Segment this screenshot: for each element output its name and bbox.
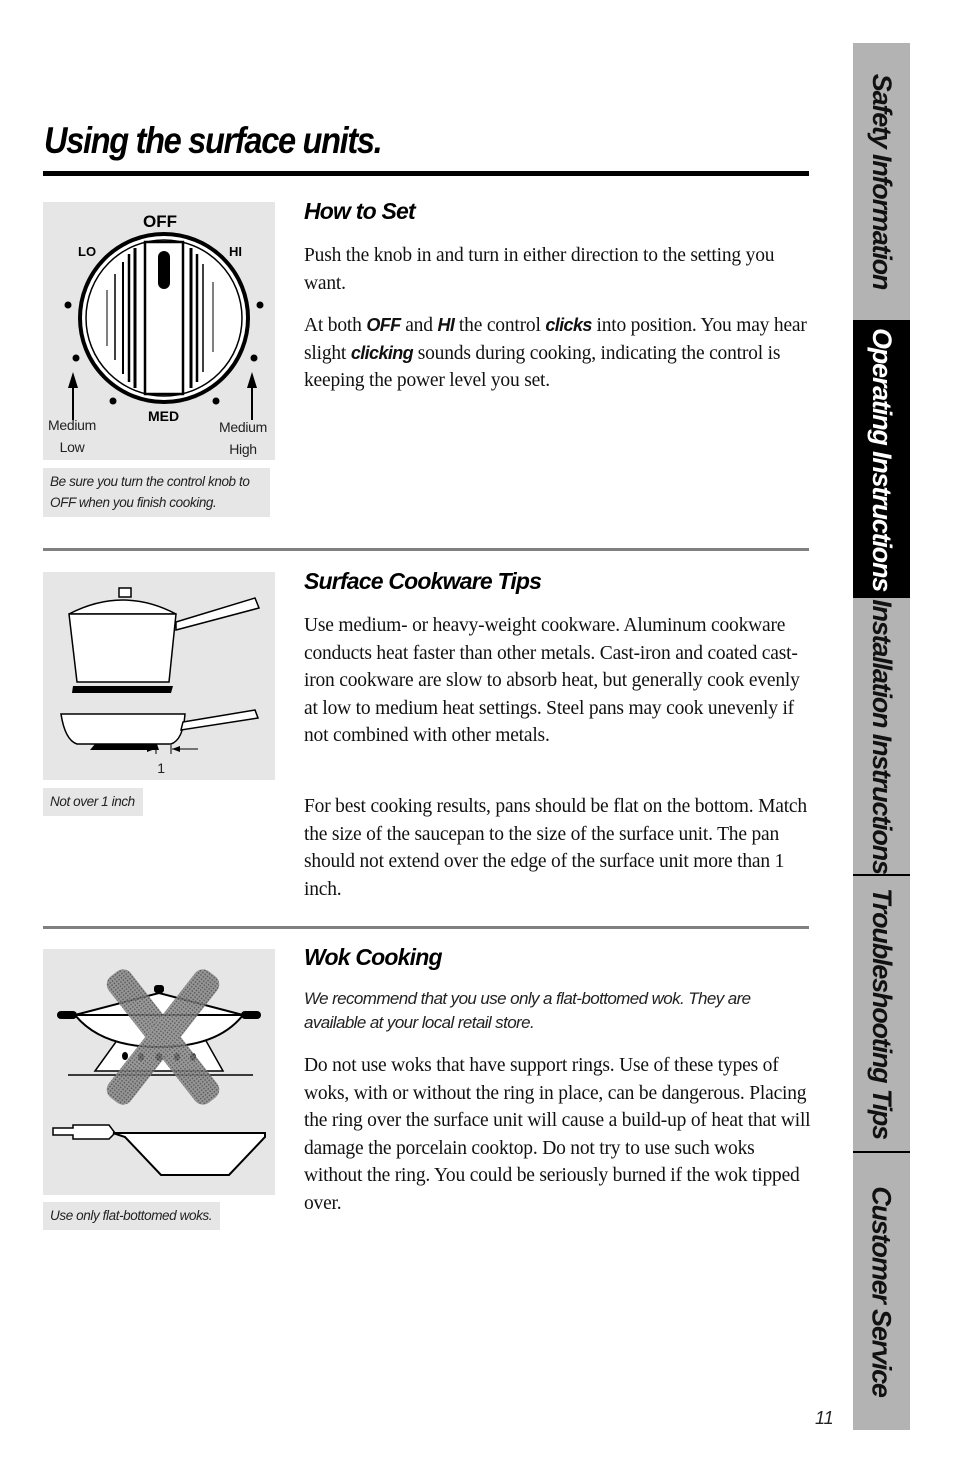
how-to-set-paragraph-2: At both OFF and HI the control clicks in… xyxy=(304,315,807,392)
section-heading-cookware-tips: Surface Cookware Tips xyxy=(304,568,542,594)
wok-figure xyxy=(43,949,275,1195)
cookware-caption: Not over 1 inch xyxy=(43,788,143,816)
section-divider xyxy=(43,548,809,551)
page-title: Using the surface units. xyxy=(44,120,383,161)
saucepan-handle xyxy=(175,597,261,631)
emphasis-off: OFF xyxy=(366,315,401,335)
dial-dot xyxy=(109,397,117,405)
tab-troubleshooting-tips[interactable]: Troubleshooting Tips xyxy=(853,876,910,1153)
flat-wok-bowl xyxy=(112,1132,266,1176)
knob-indicator xyxy=(158,251,170,289)
tab-operating-instructions[interactable]: Operating Instructions xyxy=(853,320,910,598)
dimension-label: 1 xyxy=(157,760,165,776)
knob-label-medium-high: Medium High xyxy=(219,419,267,457)
page-number: 11 xyxy=(815,1408,834,1428)
wok-lid-knob xyxy=(154,985,164,993)
section-tabs-sidebar: Safety Information Operating Instruction… xyxy=(853,43,910,1430)
flat-wok-handle xyxy=(52,1124,116,1140)
surface-unit-large xyxy=(72,686,173,693)
tab-installation-instructions[interactable]: Installation Instructions xyxy=(853,598,910,876)
skillet-body xyxy=(60,713,186,745)
dial-dot xyxy=(256,301,264,309)
section-heading-how-to-set: How to Set xyxy=(304,198,416,224)
knob-label-lo: LO xyxy=(78,244,97,259)
how-to-set-paragraph-1: Push the knob in and turn in either dire… xyxy=(304,245,775,294)
knob-label-off: OFF xyxy=(143,212,177,231)
emphasis-clicking: clicking xyxy=(350,342,414,363)
cookware-paragraph-1: Use medium- or heavy-weight cookware. Al… xyxy=(304,615,800,747)
dial-dot xyxy=(72,354,80,362)
knob-figure: OFF LO HI MED Medium Low Medium High xyxy=(43,202,275,460)
tab-customer-service[interactable]: Customer Service xyxy=(853,1153,910,1430)
dial-dot xyxy=(250,354,258,362)
skillet-handle xyxy=(179,709,260,731)
saucepan-lid xyxy=(68,599,177,615)
knob-label-med: MED xyxy=(148,408,180,424)
wok-caption: Use only flat-bottomed woks. xyxy=(43,1202,221,1230)
knob-label-hi: HI xyxy=(229,244,242,259)
emphasis-hi: HI xyxy=(437,315,455,335)
dial-dot xyxy=(212,397,220,405)
wok-handle-left xyxy=(57,1011,77,1019)
saucepan-body xyxy=(68,613,177,683)
section-heading-wok-cooking: Wok Cooking xyxy=(304,944,443,970)
knob-caption: Be sure you turn the control knob to OFF… xyxy=(43,468,270,517)
dial-dot xyxy=(64,301,72,309)
cookware-paragraph-2: For best cooking results, pans should be… xyxy=(304,796,807,900)
knob-label-medium-low: Medium Low xyxy=(48,417,96,455)
emphasis-clicks: clicks xyxy=(545,315,592,335)
tab-safety-information[interactable]: Safety Information xyxy=(853,43,910,320)
cookware-figure: 1 xyxy=(43,572,275,780)
wok-paragraph-1: Do not use woks that have support rings.… xyxy=(304,1055,811,1214)
saucepan-lid-knob xyxy=(118,587,132,598)
wok-intro: We recommend that you use only a flat-bo… xyxy=(304,989,751,1032)
cookware-illustration xyxy=(60,587,261,754)
section-divider xyxy=(43,926,809,929)
wok-handle-right xyxy=(241,1011,261,1019)
wok-illustration xyxy=(52,969,266,1176)
title-rule xyxy=(43,171,809,176)
